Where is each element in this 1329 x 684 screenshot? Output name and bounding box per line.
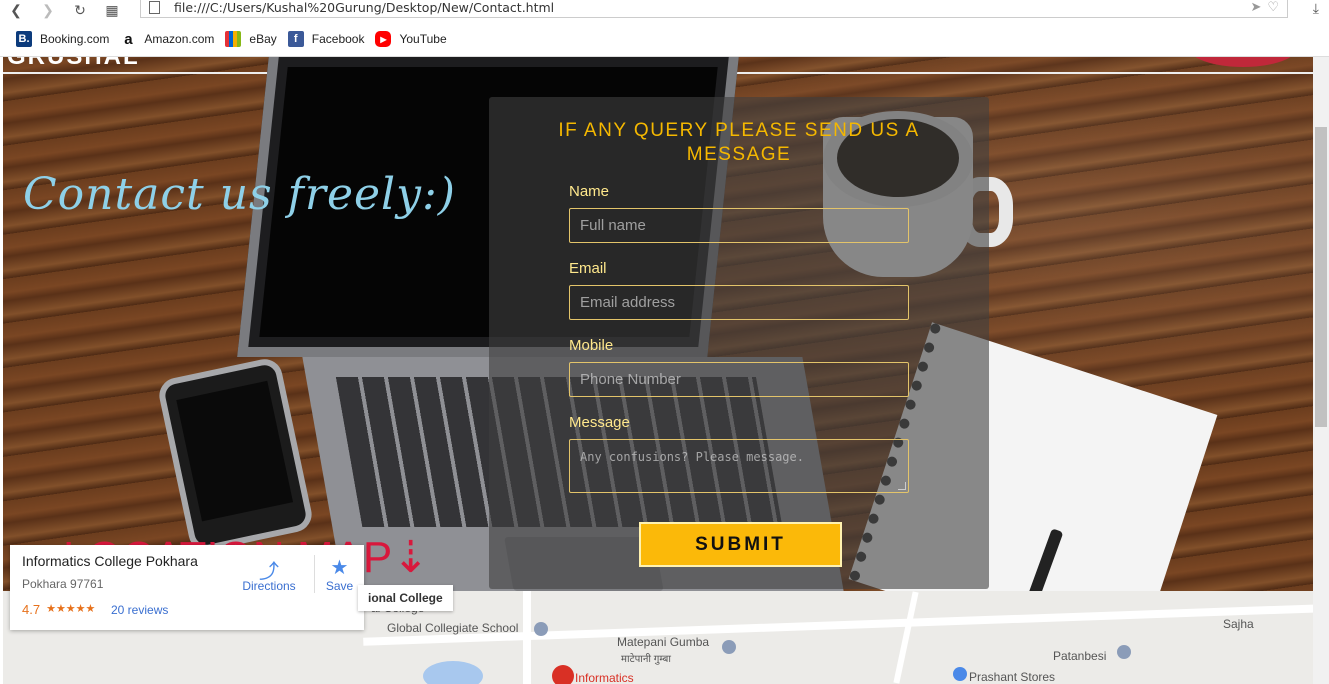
save-label: Save bbox=[325, 579, 354, 593]
browser-toolbar: ❮ ❯ ↻ ▦ file:///C:/Users/Kushal%20Gurung… bbox=[0, 0, 1329, 20]
bookmark-amazon[interactable]: a Amazon.com bbox=[120, 30, 215, 48]
header-badge bbox=[1188, 57, 1298, 67]
contact-title: Contact us freely:) bbox=[23, 169, 456, 220]
email-placeholder: Email address bbox=[580, 294, 676, 311]
bookmark-booking[interactable]: B. Booking.com bbox=[16, 31, 109, 47]
map-river bbox=[423, 661, 483, 684]
bookmark-label: YouTube bbox=[399, 32, 447, 46]
map-place-tag[interactable]: ional College bbox=[358, 585, 453, 611]
shop-pin-icon[interactable] bbox=[953, 667, 967, 681]
place-info-card: Informatics College Pokhara Pokhara 9776… bbox=[10, 545, 364, 630]
email-input[interactable]: Email address bbox=[569, 285, 909, 320]
map-label-matepani-devanagari: माटेपानी गुम्बा bbox=[621, 654, 671, 665]
form-heading: IF ANY QUERY PLEASE SEND US A MESSAGE bbox=[558, 120, 920, 165]
amazon-icon: a bbox=[124, 30, 133, 48]
map-label-sajha: Sajha bbox=[1223, 617, 1254, 631]
message-textarea[interactable]: Any confusions? Please message. bbox=[569, 439, 909, 493]
message-label: Message bbox=[569, 414, 630, 431]
page-icon bbox=[149, 1, 160, 14]
directions-button[interactable]: ⤴ Directions bbox=[234, 555, 304, 593]
place-name: Informatics College Pokhara bbox=[22, 553, 198, 569]
temple-pin-icon[interactable] bbox=[722, 640, 736, 654]
back-icon[interactable]: ❮ bbox=[0, 0, 32, 20]
phone-image bbox=[156, 355, 315, 555]
hero-background: GRUSHAL Contact us freely:) LOCATION MAP… bbox=[3, 57, 1313, 672]
scrollbar-thumb[interactable] bbox=[1315, 127, 1327, 427]
map-label-matepani: Matepani Gumba bbox=[617, 635, 710, 649]
reload-icon[interactable]: ↻ bbox=[64, 0, 96, 20]
name-input[interactable]: Full name bbox=[569, 208, 909, 243]
email-label: Email bbox=[569, 260, 607, 277]
reviews-link[interactable]: 20 reviews bbox=[111, 603, 168, 617]
mobile-placeholder: Phone Number bbox=[580, 371, 681, 388]
forward-icon[interactable]: ❯ bbox=[32, 0, 64, 20]
resize-handle[interactable] bbox=[898, 482, 906, 490]
download-icon[interactable]: ⤓ bbox=[1313, 0, 1319, 17]
map-road bbox=[893, 591, 919, 684]
place-pin-icon[interactable] bbox=[1117, 645, 1131, 659]
page-scrollbar[interactable] bbox=[1313, 57, 1329, 684]
address-bar[interactable]: file:///C:/Users/Kushal%20Gurung/Desktop… bbox=[140, 0, 1288, 18]
star-icon: ★ bbox=[330, 557, 349, 579]
bookmark-label: Facebook bbox=[311, 32, 365, 46]
address-text[interactable]: file:///C:/Users/Kushal%20Gurung/Desktop… bbox=[174, 0, 554, 15]
ebay-icon bbox=[225, 31, 242, 47]
message-placeholder: Any confusions? Please message. bbox=[580, 450, 804, 464]
send-icon[interactable]: ➤ bbox=[1250, 0, 1261, 15]
bookmark-label: Amazon.com bbox=[144, 32, 215, 46]
heart-icon[interactable]: ♡ bbox=[1267, 0, 1279, 15]
apps-grid-icon[interactable]: ▦ bbox=[96, 0, 128, 20]
bookmark-label: eBay bbox=[249, 32, 277, 46]
bookmark-facebook[interactable]: f Facebook bbox=[287, 31, 365, 47]
facebook-icon: f bbox=[287, 31, 304, 47]
booking-icon: B. bbox=[16, 31, 32, 47]
bookmark-youtube[interactable]: ▶ YouTube bbox=[375, 31, 447, 47]
name-label: Name bbox=[569, 183, 610, 200]
map-label-patanbesi: Patanbesi bbox=[1053, 649, 1107, 663]
bookmark-label: Booking.com bbox=[40, 32, 110, 46]
bookmarks-bar: B. Booking.com a Amazon.com eBay f Faceb… bbox=[0, 28, 458, 50]
mobile-label: Mobile bbox=[569, 337, 614, 354]
place-rating: 4.7 ★★★★★ bbox=[22, 602, 95, 617]
rating-stars-icon: ★★★★★ bbox=[46, 603, 96, 615]
location-pin-icon[interactable] bbox=[552, 665, 574, 684]
name-placeholder: Full name bbox=[580, 217, 646, 234]
contact-form: IF ANY QUERY PLEASE SEND US A MESSAGE Na… bbox=[489, 97, 989, 589]
rating-value: 4.7 bbox=[22, 602, 41, 617]
directions-label: Directions bbox=[242, 579, 296, 593]
school-pin-icon[interactable] bbox=[534, 622, 548, 636]
map-label-prashant: Prashant Stores bbox=[969, 670, 1056, 684]
mobile-input[interactable]: Phone Number bbox=[569, 362, 909, 397]
map-label-informatics: Informatics bbox=[575, 671, 634, 684]
map-label-global-collegiate: Global Collegiate School bbox=[387, 621, 519, 635]
save-button[interactable]: ★ Save bbox=[314, 555, 364, 593]
map-road bbox=[523, 591, 531, 684]
place-address: Pokhara 97761 bbox=[22, 577, 104, 591]
youtube-icon: ▶ bbox=[375, 31, 392, 47]
directions-icon: ⤴ bbox=[259, 561, 279, 583]
bookmark-ebay[interactable]: eBay bbox=[225, 31, 277, 47]
site-logo[interactable]: GRUSHAL bbox=[7, 57, 140, 71]
submit-button[interactable]: SUBMIT bbox=[639, 522, 842, 567]
